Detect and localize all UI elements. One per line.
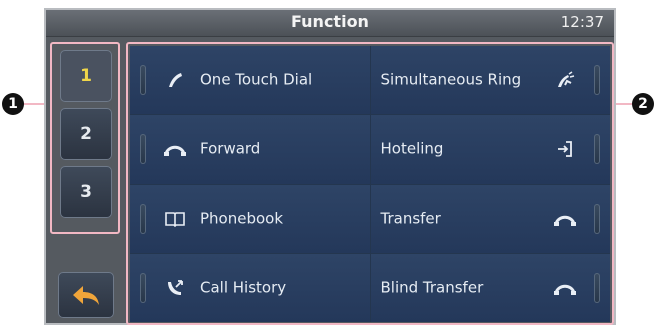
callout-2-marker: 2 xyxy=(632,93,654,115)
function-grid-frame xyxy=(126,42,614,325)
clock: 12:37 xyxy=(560,13,604,31)
callout-1-marker: 1 xyxy=(2,93,24,115)
page-selector-frame xyxy=(50,42,120,234)
screen-title: Function xyxy=(291,12,369,31)
back-button[interactable] xyxy=(58,272,114,318)
title-bar: Function 12:37 xyxy=(46,10,614,37)
back-arrow-icon xyxy=(73,286,99,305)
phone-screen: Function 12:37 1 2 3 One Touch Dial Simu… xyxy=(44,8,616,325)
